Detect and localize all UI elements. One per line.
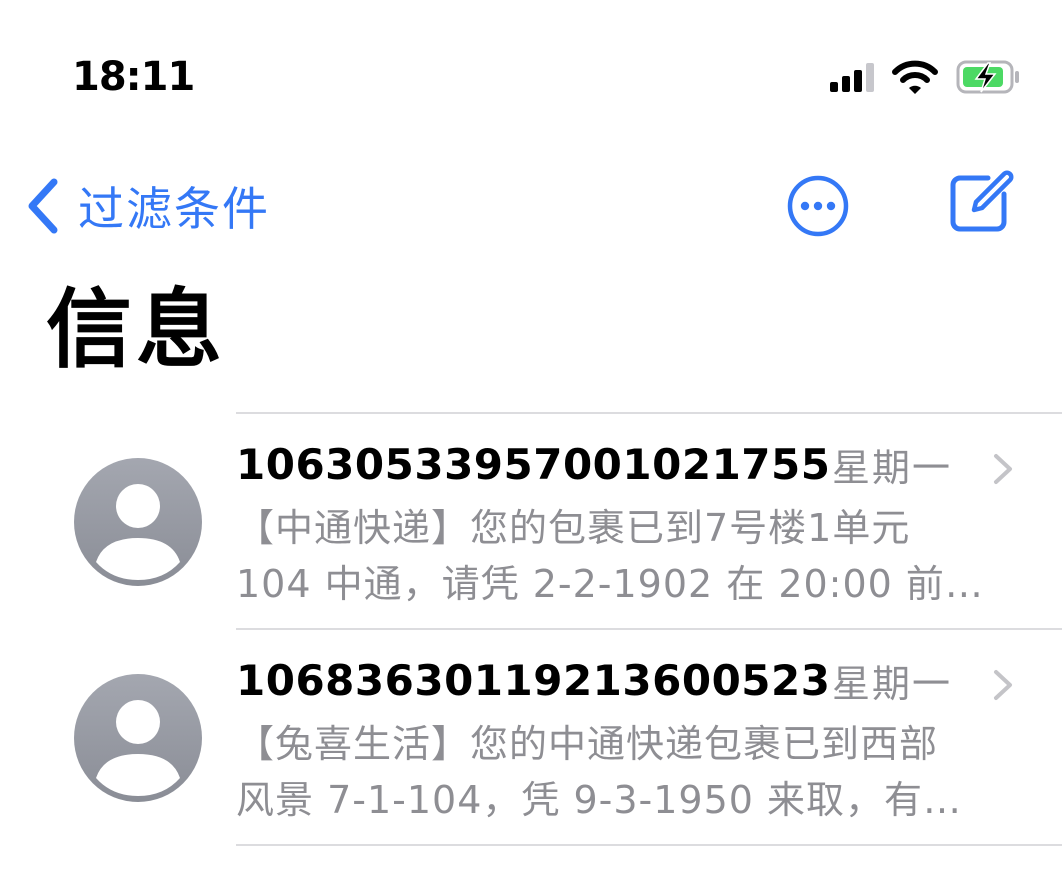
avatar (74, 674, 202, 802)
conversation-row[interactable]: 106305339570010217​55 星期一 【中通快递】您的包裹已到7号… (0, 414, 1062, 628)
avatar (74, 458, 202, 586)
messages-screen: 18:11 过滤条件 (0, 0, 1062, 870)
page-title: 信息 (46, 280, 226, 380)
message-list: 106305339570010217​55 星期一 【中通快递】您的包裹已到7号… (0, 412, 1062, 846)
message-preview: 【中通快递】您的包裹已到7号楼1单元 104 中通，请凭 2-2-1902 在 … (236, 500, 1026, 612)
status-icons (828, 58, 1028, 98)
back-label: 过滤条件 (78, 182, 270, 236)
preview-line: 【兔喜生活】您的中通快递包裹已到西部 (236, 722, 939, 766)
ellipsis-circle-icon[interactable] (786, 174, 850, 238)
conversation-row[interactable]: 10683630119213600523 星期一 【兔喜生活】您的中通快递包裹已… (0, 630, 1062, 844)
message-date: 星期一 (832, 662, 953, 706)
back-button[interactable]: 过滤条件 (24, 174, 270, 238)
sender-name: 10683630119213600523 (236, 656, 831, 705)
cellular-signal-icon (830, 63, 874, 92)
chevron-right-icon (994, 454, 1012, 484)
status-time: 18:11 (72, 54, 195, 100)
person-icon (96, 700, 180, 796)
message-preview: 【兔喜生活】您的中通快递包裹已到西部 风景 7-1-104，凭 9-3-1950… (236, 716, 1026, 828)
wifi-icon (892, 60, 938, 94)
preview-line: 风景 7-1-104，凭 9-3-1950 来取，有… (236, 778, 963, 822)
preview-line: 【中通快递】您的包裹已到7号楼1单元 (236, 506, 911, 550)
message-date: 星期一 (832, 446, 953, 490)
preview-line: 104 中通，请凭 2-2-1902 在 20:00 前… (236, 562, 984, 606)
battery-charging-icon (956, 60, 1019, 94)
list-divider (236, 844, 1062, 846)
person-icon (96, 484, 180, 580)
compose-icon[interactable] (948, 168, 1014, 234)
chevron-right-icon (994, 670, 1012, 700)
sender-name: 106305339570010217​55 (236, 440, 831, 489)
chevron-left-icon (28, 178, 58, 234)
